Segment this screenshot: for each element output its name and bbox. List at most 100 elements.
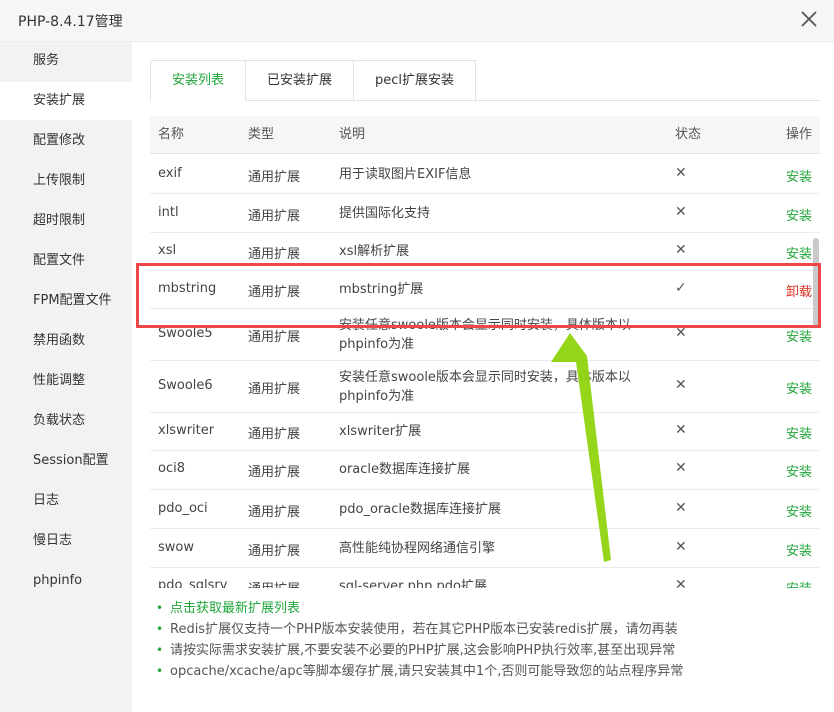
table-row: pdo_sqlsrv 通用扩展 sql-server php pdo扩展 ✕ 安… (150, 568, 820, 588)
cross-icon: ✕ (675, 577, 687, 588)
install-button[interactable]: 安装 (786, 205, 812, 224)
extension-type: 通用扩展 (248, 544, 301, 559)
extension-description: mbstring扩展 (339, 282, 424, 297)
extension-type: 通用扩展 (248, 285, 301, 300)
tab-install-list[interactable]: 安装列表 (150, 60, 247, 101)
install-button[interactable]: 安装 (786, 501, 812, 520)
sidebar-item-performance[interactable]: 性能调整 (0, 362, 132, 400)
extension-name: xlswriter (158, 423, 215, 438)
extension-type: 通用扩展 (248, 427, 301, 442)
sidebar: 服务 安装扩展 配置修改 上传限制 超时限制 配置文件 FPM配置文件 禁用函数… (0, 42, 132, 712)
sidebar-item-service[interactable]: 服务 (0, 42, 132, 80)
notes-list: 点击获取最新扩展列表 Redis扩展仅支持一个PHP版本安装使用，若在其它PHP… (156, 598, 816, 682)
tab-bar: 安装列表 已安装扩展 pecl扩展安装 (150, 60, 477, 101)
cross-icon: ✕ (675, 242, 687, 258)
extension-description: pdo_oracle数据库连接扩展 (339, 502, 501, 517)
table-row: oci8 通用扩展 oracle数据库连接扩展 ✕ 安装 (150, 451, 820, 490)
extension-name: pdo_sqlsrv (158, 578, 228, 588)
extension-name: oci8 (158, 461, 185, 476)
extension-name: intl (158, 205, 179, 220)
table-row: xlswriter 通用扩展 xlswriter扩展 ✕ 安装 (150, 413, 820, 451)
window-titlebar: PHP-8.4.17管理 (0, 0, 834, 42)
column-header-type: 类型 (248, 127, 275, 142)
sidebar-item-install-extension[interactable]: 安装扩展 (0, 82, 132, 120)
install-button[interactable]: 安装 (786, 378, 812, 397)
column-header-description: 说明 (339, 127, 366, 142)
close-icon[interactable] (800, 10, 818, 28)
note-item: Redis扩展仅支持一个PHP版本安装使用，若在其它PHP版本已安装redis扩… (156, 619, 816, 640)
cross-icon: ✕ (675, 500, 687, 516)
cross-icon: ✕ (675, 325, 687, 341)
extension-type: 通用扩展 (248, 209, 301, 224)
extension-description: 提供国际化支持 (339, 206, 431, 221)
extension-description: xsl解析扩展 (339, 244, 410, 259)
extension-description: xlswriter扩展 (339, 424, 422, 439)
sidebar-item-phpinfo[interactable]: phpinfo (0, 562, 132, 600)
extension-description: 安装任意swoole版本会显示同时安装，具体版本以phpinfo为准 (339, 318, 631, 352)
extension-type: 通用扩展 (248, 505, 301, 520)
check-icon: ✓ (675, 280, 687, 296)
sidebar-item-load-status[interactable]: 负载状态 (0, 402, 132, 440)
extension-description: 安装任意swoole版本会显示同时安装，具体版本以phpinfo为准 (339, 370, 631, 404)
install-button[interactable]: 安装 (786, 166, 812, 185)
sidebar-item-log[interactable]: 日志 (0, 482, 132, 520)
sidebar-item-config-file[interactable]: 配置文件 (0, 242, 132, 280)
cross-icon: ✕ (675, 165, 687, 181)
column-header-status: 状态 (675, 127, 702, 142)
uninstall-button[interactable]: 卸载 (786, 281, 812, 300)
extension-description: 高性能纯协程网络通信引擎 (339, 541, 496, 556)
extension-table: exif 通用扩展 用于读取图片EXIF信息 ✕ 安装 intl 通用扩展 提供… (150, 155, 820, 588)
note-item: opcache/xcache/apc等脚本缓存扩展,请只安装其中1个,否则可能导… (156, 661, 816, 682)
sidebar-item-upload-limit[interactable]: 上传限制 (0, 162, 132, 200)
install-button[interactable]: 安装 (786, 578, 812, 588)
cross-icon: ✕ (675, 377, 687, 393)
column-header-operation: 操作 (785, 127, 812, 142)
table-row: intl 通用扩展 提供国际化支持 ✕ 安装 (150, 194, 820, 233)
refresh-extension-list-link[interactable]: 点击获取最新扩展列表 (156, 598, 816, 619)
extension-name: pdo_oci (158, 501, 208, 516)
table-row: Swoole5 通用扩展 安装任意swoole版本会显示同时安装，具体版本以ph… (150, 309, 820, 361)
tab-pecl-install[interactable]: pecl扩展安装 (354, 60, 477, 101)
table-row: pdo_oci 通用扩展 pdo_oracle数据库连接扩展 ✕ 安装 (150, 490, 820, 529)
table-row: Swoole6 通用扩展 安装任意swoole版本会显示同时安装，具体版本以ph… (150, 361, 820, 413)
extension-name: Swoole6 (158, 378, 213, 393)
sidebar-item-fpm-config-file[interactable]: FPM配置文件 (0, 282, 132, 320)
tab-installed-extensions[interactable]: 已安装扩展 (246, 60, 355, 101)
install-button[interactable]: 安装 (786, 243, 812, 262)
extension-type: 通用扩展 (248, 330, 301, 345)
table-row: exif 通用扩展 用于读取图片EXIF信息 ✕ 安装 (150, 155, 820, 194)
sidebar-item-config-edit[interactable]: 配置修改 (0, 122, 132, 160)
extension-name: xsl (158, 243, 177, 258)
sidebar-item-session-config[interactable]: Session配置 (0, 442, 132, 480)
cross-icon: ✕ (675, 539, 687, 555)
extension-description: 用于读取图片EXIF信息 (339, 167, 472, 182)
cross-icon: ✕ (675, 204, 687, 220)
extension-name: Swoole5 (158, 326, 213, 341)
note-item: 请按实际需求安装扩展,不要安装不必要的PHP扩展,这会影响PHP执行效率,甚至出… (156, 640, 816, 661)
extension-type: 通用扩展 (248, 247, 301, 262)
extension-description: oracle数据库连接扩展 (339, 462, 471, 477)
extension-name: mbstring (158, 281, 217, 296)
table-scrollbar[interactable] (813, 238, 819, 328)
extension-type: 通用扩展 (248, 170, 301, 185)
install-button[interactable]: 安装 (786, 540, 812, 559)
table-row: xsl 通用扩展 xsl解析扩展 ✕ 安装 (150, 233, 820, 271)
sidebar-item-disabled-functions[interactable]: 禁用函数 (0, 322, 132, 360)
cross-icon: ✕ (675, 460, 687, 476)
extension-type: 通用扩展 (248, 382, 301, 397)
table-row: swow 通用扩展 高性能纯协程网络通信引擎 ✕ 安装 (150, 529, 820, 568)
sidebar-item-slow-log[interactable]: 慢日志 (0, 522, 132, 560)
install-button[interactable]: 安装 (786, 461, 812, 480)
install-button[interactable]: 安装 (786, 423, 812, 442)
cross-icon: ✕ (675, 422, 687, 438)
extension-description: sql-server php pdo扩展 (339, 579, 487, 588)
extension-name: exif (158, 166, 182, 181)
window-title: PHP-8.4.17管理 (18, 14, 123, 30)
extension-type: 通用扩展 (248, 465, 301, 480)
extension-type: 通用扩展 (248, 578, 300, 588)
extension-name: swow (158, 540, 194, 555)
table-header: 名称 类型 说明 状态 操作 (150, 116, 820, 154)
sidebar-item-timeout-limit[interactable]: 超时限制 (0, 202, 132, 240)
table-row: mbstring 通用扩展 mbstring扩展 ✓ 卸载 (150, 271, 820, 309)
install-button[interactable]: 安装 (786, 326, 812, 345)
